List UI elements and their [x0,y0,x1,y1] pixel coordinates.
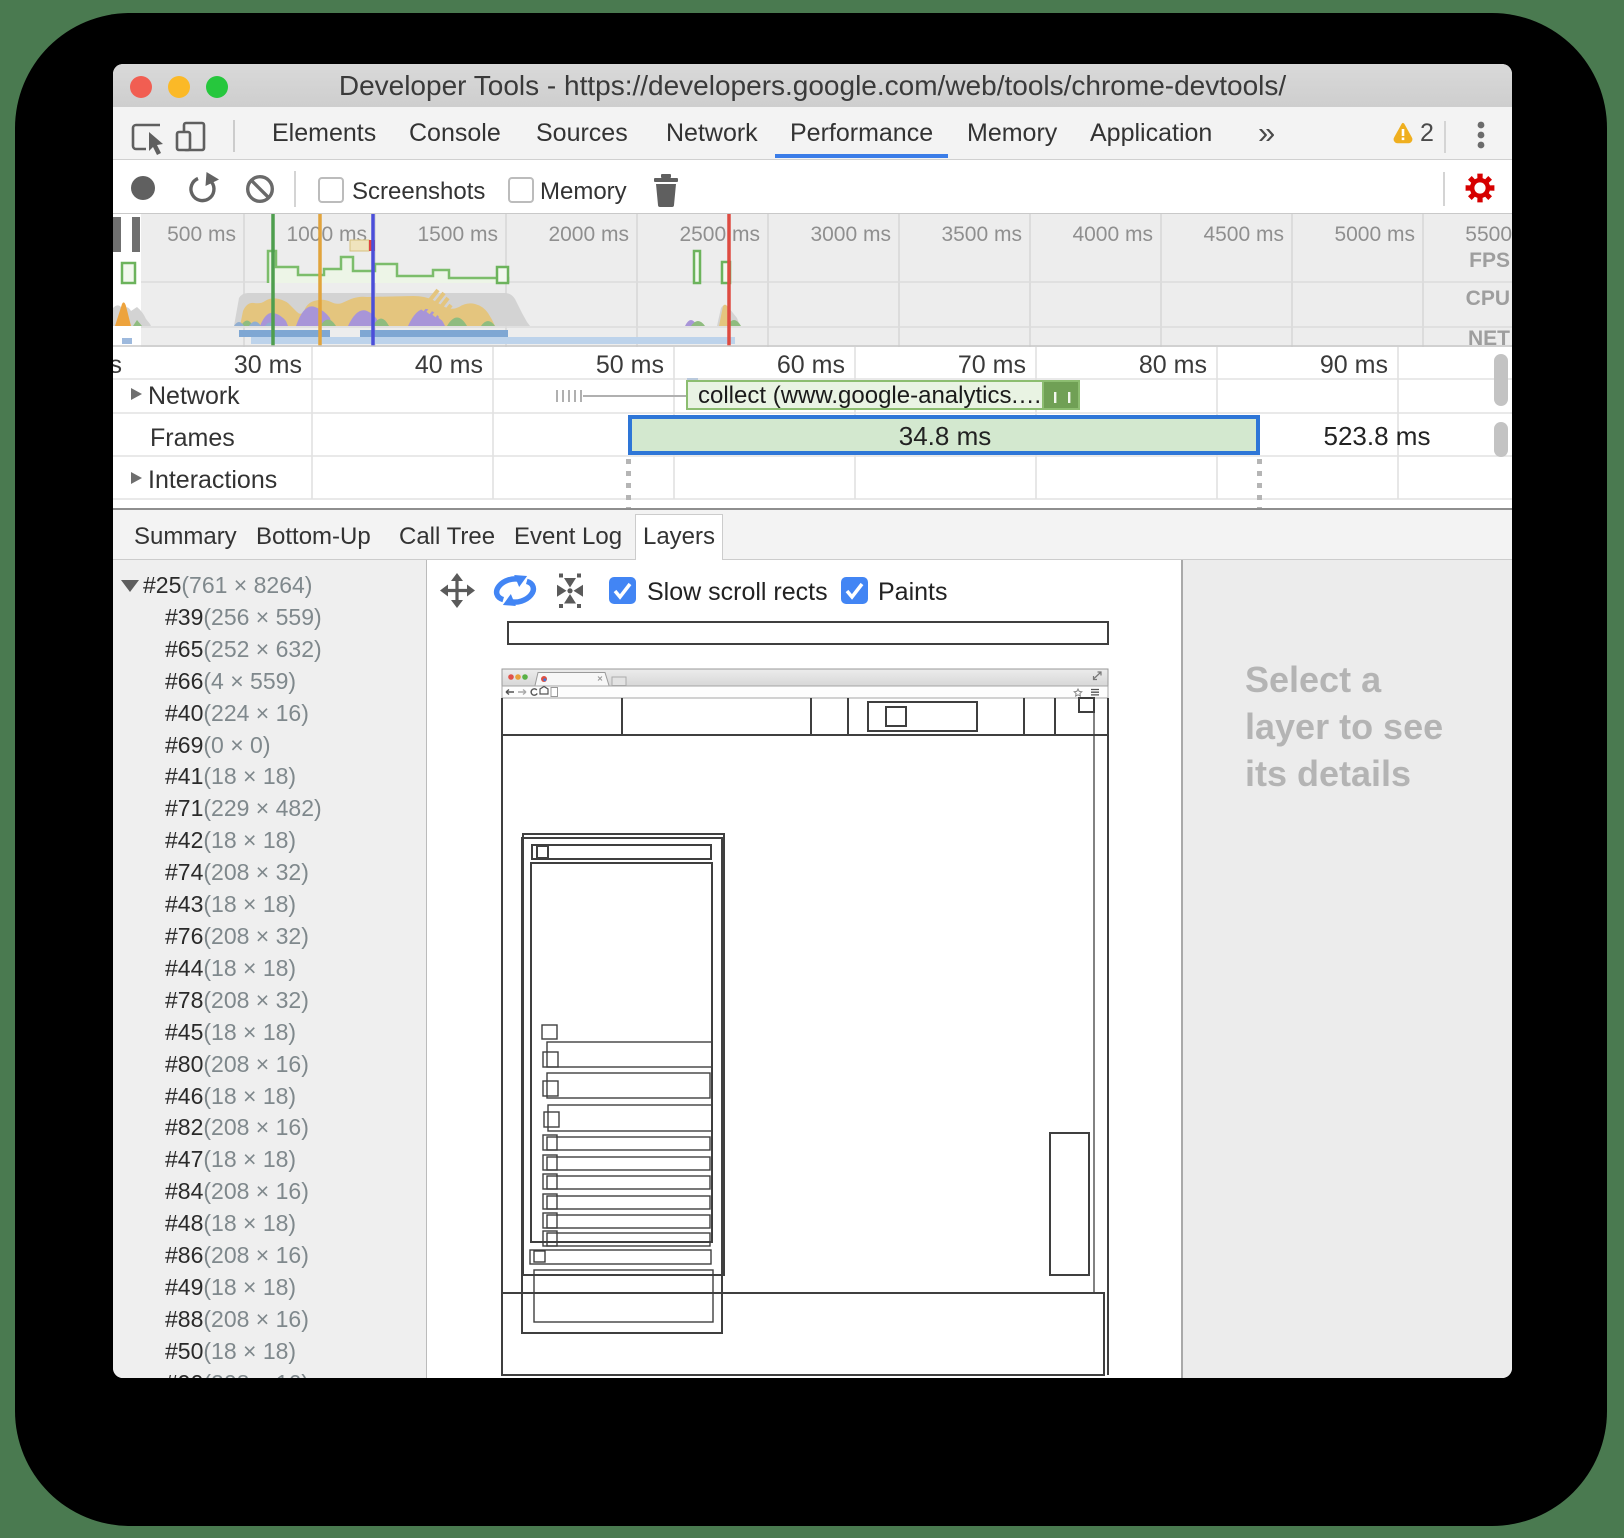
svg-text:CPU: CPU [1466,287,1510,310]
svg-text:500 ms: 500 ms [167,223,236,246]
svg-text:30 ms: 30 ms [234,351,302,379]
svg-text:s: s [113,351,122,379]
svg-text:3000 ms: 3000 ms [810,223,891,246]
svg-text:Network: Network [148,382,240,410]
svg-text:Interactions: Interactions [148,466,277,494]
svg-text:40 ms: 40 ms [415,351,483,379]
svg-text:1500 ms: 1500 ms [417,223,498,246]
svg-text:60 ms: 60 ms [777,351,845,379]
svg-text:collect (www.google-analytics.: collect (www.google-analytics.… [698,382,1042,409]
svg-text:5500: 5500 [1465,223,1512,246]
svg-text:523.8 ms: 523.8 ms [1324,421,1431,451]
svg-text:4000 ms: 4000 ms [1072,223,1153,246]
svg-text:50 ms: 50 ms [596,351,664,379]
svg-text:4500 ms: 4500 ms [1203,223,1284,246]
svg-text:3500 ms: 3500 ms [941,223,1022,246]
svg-text:2000 ms: 2000 ms [548,223,629,246]
svg-text:FPS: FPS [1469,249,1510,272]
svg-text:2500 ms: 2500 ms [679,223,760,246]
svg-text:80 ms: 80 ms [1139,351,1207,379]
svg-text:Frames: Frames [150,424,235,452]
svg-text:34.8 ms: 34.8 ms [899,421,992,451]
svg-text:70 ms: 70 ms [958,351,1026,379]
svg-text:NET: NET [1468,327,1510,347]
svg-text:90 ms: 90 ms [1320,351,1388,379]
svg-text:5000 ms: 5000 ms [1334,223,1415,246]
